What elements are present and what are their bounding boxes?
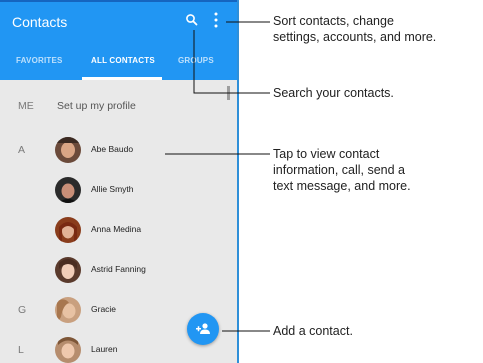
- menu-callout: Sort contacts, change settings, accounts…: [273, 13, 436, 45]
- phone-screen: Contacts FAVORITES ALL CONTACTS GROUPS M…: [0, 0, 239, 363]
- add-callout: Add a contact.: [273, 323, 353, 339]
- contact-name: Anna Medina: [91, 224, 142, 234]
- callout-line-text: Add a contact.: [273, 324, 353, 338]
- section-letter: ME: [18, 100, 34, 112]
- tab-all-contacts[interactable]: ALL CONTACTS: [91, 56, 155, 65]
- tab-favorites[interactable]: FAVORITES: [16, 56, 63, 65]
- avatar: [55, 257, 81, 283]
- contact-name: Abe Baudo: [91, 144, 134, 154]
- callout-line-text: Sort contacts, change: [273, 14, 394, 28]
- scrollbar[interactable]: [227, 86, 230, 100]
- contact-row-astrid-fanning[interactable]: Astrid Fanning: [0, 252, 229, 292]
- callout-line-text: information, call, send a: [273, 163, 406, 177]
- section-letter: A: [18, 144, 26, 156]
- section-letter: G: [18, 304, 27, 316]
- tab-groups[interactable]: GROUPS: [178, 56, 214, 65]
- callout-line-text: Search your contacts.: [273, 86, 394, 100]
- contact-name: Gracie: [91, 304, 117, 314]
- setup-profile-label: Set up my profile: [57, 100, 136, 112]
- add-person-icon: [196, 323, 210, 334]
- contact-row-allie-smyth[interactable]: Allie Smyth: [0, 172, 229, 212]
- callout-line-text: settings, accounts, and more.: [273, 30, 437, 44]
- contact-name: Lauren: [91, 344, 118, 354]
- contact-row-anna-medina[interactable]: Anna Medina: [0, 212, 229, 252]
- contact-row-abe-baudo[interactable]: A Abe Baudo: [0, 132, 229, 172]
- section-letter: L: [18, 344, 24, 356]
- search-callout: Search your contacts.: [273, 85, 394, 101]
- avatar: [55, 177, 81, 203]
- search-icon[interactable]: [183, 11, 201, 29]
- more-vert-icon[interactable]: [210, 10, 222, 30]
- setup-profile-row[interactable]: ME Set up my profile: [0, 88, 229, 128]
- avatar: [55, 337, 81, 363]
- app-title: Contacts: [12, 14, 68, 30]
- avatar: [55, 137, 81, 163]
- contact-callout: Tap to view contact information, call, s…: [273, 146, 411, 194]
- tab-bar: FAVORITES ALL CONTACTS GROUPS: [0, 48, 237, 80]
- contact-name: Astrid Fanning: [91, 264, 146, 274]
- avatar: [55, 297, 81, 323]
- avatar: [55, 217, 81, 243]
- app-bar: Contacts FAVORITES ALL CONTACTS GROUPS: [0, 2, 237, 80]
- add-contact-button[interactable]: [187, 313, 219, 345]
- callout-line-text: Tap to view contact: [273, 147, 380, 161]
- contact-name: Allie Smyth: [91, 184, 134, 194]
- callout-line-text: text message, and more.: [273, 179, 411, 193]
